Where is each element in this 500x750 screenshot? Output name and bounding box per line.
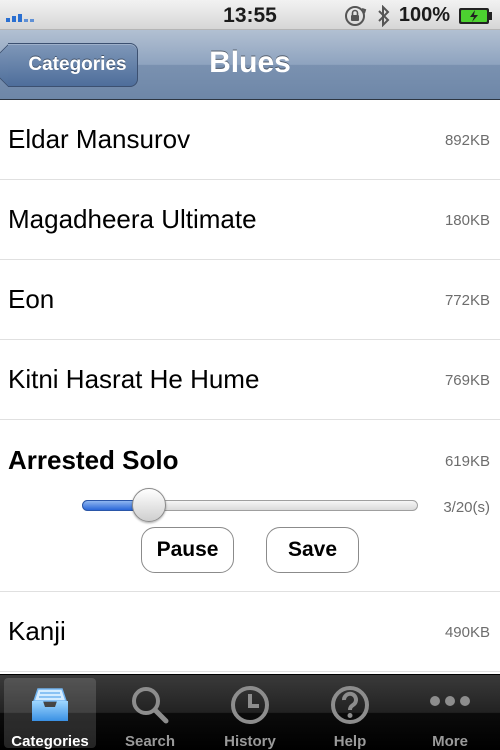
clock-icon — [228, 683, 272, 727]
track-list: Eldar Mansurov 892KB Magadheera Ultimate… — [0, 100, 500, 674]
track-title: Eldar Mansurov — [8, 124, 191, 154]
track-title: Kitni Hasrat He Hume — [8, 364, 260, 394]
back-button-categories[interactable]: Categories — [8, 43, 138, 87]
pause-button[interactable]: Pause — [141, 527, 234, 573]
list-item[interactable]: Magadheera Ultimate 180KB — [0, 180, 500, 260]
tab-label: Help — [333, 733, 367, 750]
tab-label: Search — [124, 733, 176, 750]
playback-time: 3/20(s) — [443, 499, 490, 516]
navigation-bar: Categories Blues — [0, 30, 500, 100]
tab-help[interactable]: Help — [300, 675, 400, 750]
track-size: 180KB — [444, 212, 490, 229]
question-icon — [328, 683, 372, 727]
track-title: Kanji — [8, 616, 66, 646]
tab-categories[interactable]: Categories — [0, 675, 100, 750]
tab-history[interactable]: History — [200, 675, 300, 750]
playback-progress-slider[interactable] — [82, 488, 418, 522]
track-title: Magadheera Ultimate — [8, 204, 257, 234]
track-size: 619KB — [444, 453, 490, 470]
tab-label: More — [432, 733, 468, 750]
back-button-label: Categories — [28, 54, 127, 75]
tab-search[interactable]: Search — [100, 675, 200, 750]
track-title: Arrested Solo — [8, 445, 179, 475]
list-item[interactable]: Eon 772KB — [0, 260, 500, 340]
tab-label: History — [224, 733, 276, 750]
magnifier-icon — [128, 683, 172, 727]
bluetooth-icon — [377, 4, 391, 27]
status-bar: 13:55 100% — [0, 0, 500, 30]
tab-bar: Categories Search History Help More — [0, 674, 500, 750]
rotation-lock-icon — [343, 5, 369, 27]
track-size: 490KB — [444, 624, 490, 641]
save-button[interactable]: Save — [266, 527, 359, 573]
list-item[interactable]: Kitni Hasrat He Hume 769KB — [0, 340, 500, 420]
track-size: 772KB — [444, 292, 490, 309]
list-item[interactable]: Kanji 490KB — [0, 592, 500, 672]
tab-more[interactable]: More — [400, 675, 500, 750]
battery-icon — [458, 7, 494, 25]
list-item[interactable]: Eldar Mansurov 892KB — [0, 100, 500, 180]
track-size: 769KB — [444, 372, 490, 389]
playing-list-item[interactable]: Arrested Solo 619KB 3/20(s) Pause Save — [0, 420, 500, 592]
track-size: 892KB — [444, 132, 490, 149]
track-title: Eon — [8, 284, 55, 314]
battery-percentage: 100% — [398, 4, 450, 26]
slider-thumb[interactable] — [132, 488, 167, 522]
more-dots-icon — [425, 683, 475, 727]
